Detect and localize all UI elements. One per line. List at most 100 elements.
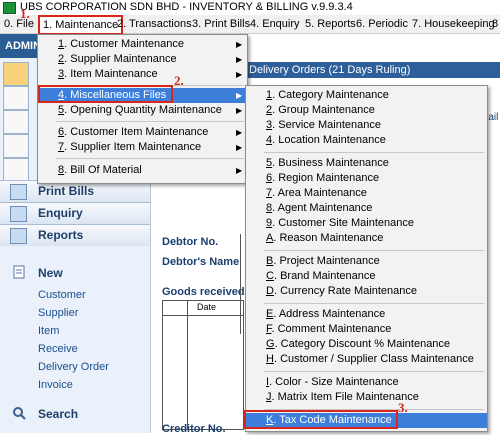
link-customer[interactable]: Customer	[38, 289, 86, 301]
search-label: Search	[38, 407, 79, 421]
app-icon	[3, 2, 16, 14]
menu-item-customer-maintenance[interactable]: 1. Customer Maintenance ▶	[38, 37, 247, 52]
misc-item-agent[interactable]: 8. Agent Maintenance	[246, 201, 487, 216]
misc-item-matrix-item[interactable]: J. Matrix Item File Maintenance	[246, 390, 487, 405]
menu-item-supplier-item[interactable]: 7. Supplier Item Maintenance ▶	[38, 140, 247, 155]
misc-item-currency-rate[interactable]: D. Currency Rate Maintenance	[246, 284, 487, 299]
menu-item-opening-quantity[interactable]: 5. Opening Quantity Maintenance ▶	[38, 103, 247, 118]
menu-housekeeping[interactable]: 7. Housekeeping	[412, 17, 495, 31]
callout-2: 2.	[174, 73, 184, 88]
creditor-no-label: Creditor No.	[162, 423, 226, 435]
item-label: . Project Maintenance	[273, 255, 380, 267]
misc-item-area[interactable]: 7. Area Maintenance	[246, 186, 487, 201]
maintenance-menu: 1. Customer Maintenance ▶ 2. Supplier Ma…	[37, 34, 248, 184]
item-label: . Customer Maintenance	[64, 38, 184, 50]
debtor-name-label: Debtor's Name	[162, 256, 240, 268]
admin-label: ADMIN	[5, 40, 42, 52]
misc-item-color-size[interactable]: I. Color - Size Maintenance	[246, 375, 487, 390]
menu-separator	[264, 303, 484, 304]
home-icon[interactable]	[3, 62, 29, 86]
item-label: . Group Maintenance	[272, 104, 375, 116]
item-label: . Service Maintenance	[272, 119, 381, 131]
misc-item-customer-supplier-class[interactable]: H. Customer / Supplier Class Maintenance	[246, 352, 487, 367]
menu-more[interactable]: 8	[492, 17, 498, 31]
menu-separator	[264, 152, 484, 153]
menu-item-item-maintenance[interactable]: 3. Item Maintenance ▶	[38, 67, 247, 82]
submenu-arrow-icon: ▶	[236, 128, 243, 137]
item-label: . Category Maintenance	[272, 89, 389, 101]
delivery-orders-title: Delivery Orders (21 Days Ruling)	[249, 64, 411, 76]
date-col-header: Date	[197, 302, 217, 312]
misc-item-project[interactable]: B. Project Maintenance	[246, 254, 487, 269]
link-receive[interactable]: Receive	[38, 343, 78, 355]
nav-enquiry[interactable]: Enquiry	[0, 202, 150, 224]
link-supplier[interactable]: Supplier	[38, 307, 78, 319]
title-bar: UBS CORPORATION SDN BHD - INVENTORY & BI…	[0, 0, 500, 16]
link-delivery-order[interactable]: Delivery Order	[38, 361, 109, 373]
nav-reports[interactable]: Reports	[0, 224, 150, 246]
menu-enquiry[interactable]: 4. Enquiry	[250, 17, 300, 31]
misc-item-comment[interactable]: F. Comment Maintenance	[246, 322, 487, 337]
submenu-arrow-icon: ▶	[236, 40, 243, 49]
link-item[interactable]: Item	[38, 325, 59, 337]
misc-item-brand[interactable]: C. Brand Maintenance	[246, 269, 487, 284]
item-label: . Location Maintenance	[272, 134, 386, 146]
clipboard-icon[interactable]	[3, 158, 29, 182]
menu-periodic[interactable]: 6. Periodic	[356, 17, 408, 31]
window-title: UBS CORPORATION SDN BHD - INVENTORY & BI…	[20, 1, 353, 13]
submenu-arrow-icon: ▶	[236, 106, 243, 115]
item-label: . Matrix Item File Maintenance	[271, 391, 419, 403]
callout-1: 1.	[20, 6, 30, 21]
menu-bar: 0. File 1. Maintenance 2. Transactions 3…	[0, 15, 500, 35]
submenu-arrow-icon: ▶	[236, 166, 243, 175]
misc-item-category-discount[interactable]: G. Category Discount % Maintenance	[246, 337, 487, 352]
printer-icon	[10, 184, 27, 200]
misc-item-service[interactable]: 3. Service Maintenance	[246, 118, 487, 133]
item-label: . Currency Rate Maintenance	[273, 285, 418, 297]
chart-icon[interactable]	[3, 86, 29, 110]
misc-item-address[interactable]: E. Address Maintenance	[246, 307, 487, 322]
misc-item-category[interactable]: 1. Category Maintenance	[246, 88, 487, 103]
nav-enquiry-label: Enquiry	[38, 206, 83, 220]
tools-icon[interactable]	[3, 134, 29, 158]
item-label: . Area Maintenance	[272, 187, 367, 199]
annotation-box-3	[244, 410, 398, 429]
item-label: . Customer Site Maintenance	[272, 217, 414, 229]
new-section: New	[0, 262, 150, 284]
item-label: . Color - Size Maintenance	[269, 376, 399, 388]
misc-item-location[interactable]: 4. Location Maintenance	[246, 133, 487, 148]
menu-separator	[56, 158, 244, 159]
menu-reports[interactable]: 5. Reports	[305, 17, 356, 31]
menu-item-customer-item[interactable]: 6. Customer Item Maintenance ▶	[38, 125, 247, 140]
enquiry-icon	[10, 206, 27, 222]
menu-separator	[264, 371, 484, 372]
search-section: Search	[0, 403, 150, 425]
star-icon[interactable]	[3, 110, 29, 134]
item-label: . Opening Quantity Maintenance	[64, 104, 222, 116]
item-label: . Agent Maintenance	[272, 202, 373, 214]
menu-separator	[56, 121, 244, 122]
menu-item-bill-of-material[interactable]: 8. Bill Of Material ▶	[38, 163, 247, 178]
mnemonic: D	[266, 285, 274, 297]
mnemonic: H	[266, 353, 274, 365]
reports-icon	[10, 228, 27, 244]
callout-3: 3.	[398, 400, 408, 415]
item-label: . Customer / Supplier Class Maintenance	[273, 353, 474, 365]
submenu-arrow-icon: ▶	[236, 55, 243, 64]
misc-files-menu: 1. Category Maintenance 2. Group Mainten…	[245, 85, 488, 432]
item-label: . Business Maintenance	[272, 157, 389, 169]
misc-item-customer-site[interactable]: 9. Customer Site Maintenance	[246, 216, 487, 231]
menu-separator	[264, 250, 484, 251]
misc-item-business[interactable]: 5. Business Maintenance	[246, 156, 487, 171]
menu-print-bills[interactable]: 3. Print Bills	[192, 17, 250, 31]
link-invoice[interactable]: Invoice	[38, 379, 73, 391]
submenu-arrow-icon: ▶	[236, 70, 243, 79]
misc-item-region[interactable]: 6. Region Maintenance	[246, 171, 487, 186]
item-label: . Supplier Maintenance	[64, 53, 177, 65]
misc-item-group[interactable]: 2. Group Maintenance	[246, 103, 487, 118]
menu-item-supplier-maintenance[interactable]: 2. Supplier Maintenance ▶	[38, 52, 247, 67]
mnemonic: C	[266, 270, 274, 282]
misc-item-reason[interactable]: A. Reason Maintenance	[246, 231, 487, 246]
menu-transactions[interactable]: 2. Transactions	[117, 17, 192, 31]
menu-maintenance[interactable]: 1. Maintenance	[38, 15, 124, 35]
